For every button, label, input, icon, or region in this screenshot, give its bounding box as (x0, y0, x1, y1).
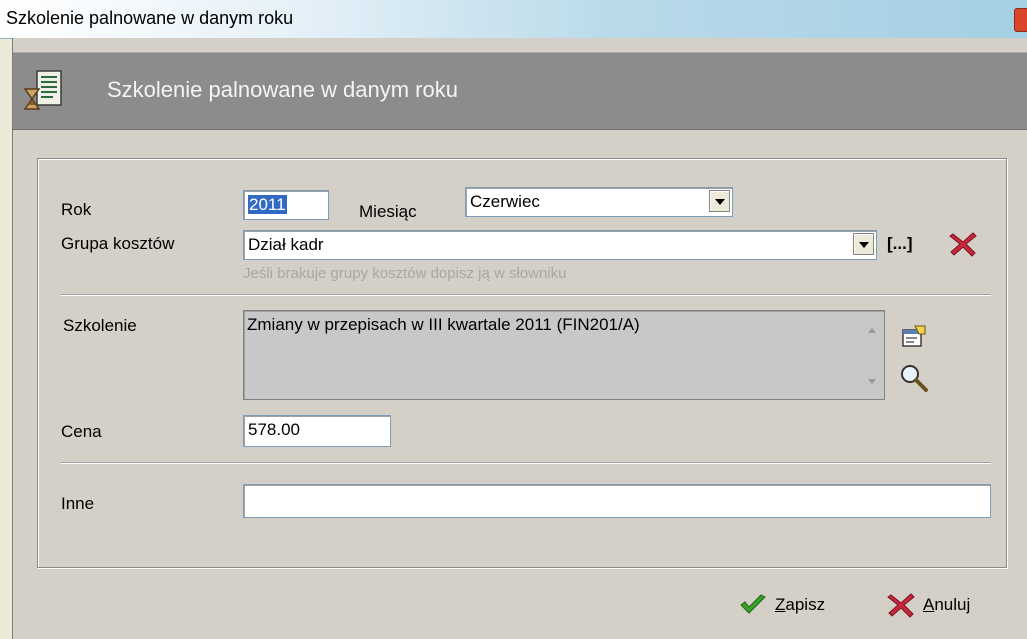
scroll-up-icon[interactable] (868, 328, 876, 333)
properties-icon[interactable] (901, 324, 927, 348)
dialog-header: Szkolenie palnowane w danym roku (13, 52, 1027, 130)
rok-value: 2011 (248, 195, 287, 214)
grupa-value: Dział kadr (248, 235, 324, 254)
cancel-hotkey: A (923, 595, 935, 614)
cena-value: 578.00 (248, 420, 300, 439)
grupa-select[interactable]: Dział kadr (243, 230, 877, 260)
cena-label: Cena (61, 422, 102, 441)
cancel-label: nuluj (934, 595, 971, 614)
red-x-icon[interactable] (949, 231, 977, 257)
document-hourglass-icon (23, 70, 62, 110)
rok-label: Rok (61, 200, 92, 219)
szkolenie-memo[interactable]: Zmiany w przepisach w III kwartale 2011 … (243, 310, 885, 400)
miesiac-label: Miesiąc (359, 202, 417, 221)
grupa-hint: Jeśli brakuje grupy kosztów dopisz ją w … (243, 265, 567, 282)
magnifier-icon[interactable] (899, 363, 929, 393)
window-titlebar: Szkolenie palnowane w danym roku (0, 0, 1027, 39)
chevron-down-icon[interactable] (853, 233, 874, 255)
miesiac-value: Czerwiec (470, 192, 540, 211)
save-button[interactable]: Zapisz (739, 594, 825, 616)
miesiac-select[interactable]: Czerwiec (465, 187, 733, 217)
scrollbar[interactable] (863, 312, 883, 398)
chevron-down-icon[interactable] (709, 190, 730, 212)
separator (61, 462, 991, 464)
rok-input[interactable]: 2011 (243, 190, 329, 220)
browse-button[interactable]: [...] (887, 234, 913, 254)
szkolenie-value: Zmiany w przepisach w III kwartale 2011 … (247, 315, 640, 334)
window-title: Szkolenie palnowane w danym roku (6, 8, 294, 28)
close-icon[interactable] (1014, 8, 1027, 32)
grupa-label: Grupa kosztów (61, 234, 175, 253)
inne-label: Inne (61, 494, 95, 513)
dialog-title: Szkolenie palnowane w danym roku (107, 77, 458, 102)
cancel-button[interactable]: Anuluj (887, 592, 970, 618)
green-checkmark-icon (740, 594, 766, 614)
scroll-down-icon[interactable] (868, 379, 876, 384)
separator (61, 294, 991, 296)
cena-input[interactable]: 578.00 (243, 415, 391, 447)
dialog-body: Szkolenie palnowane w danym roku Rok 201… (12, 38, 1027, 639)
szkolenie-label: Szkolenie (63, 316, 137, 335)
red-x-icon (887, 593, 915, 618)
save-label: apisz (785, 595, 826, 614)
inne-input[interactable] (243, 484, 991, 518)
save-hotkey: Z (775, 595, 786, 614)
